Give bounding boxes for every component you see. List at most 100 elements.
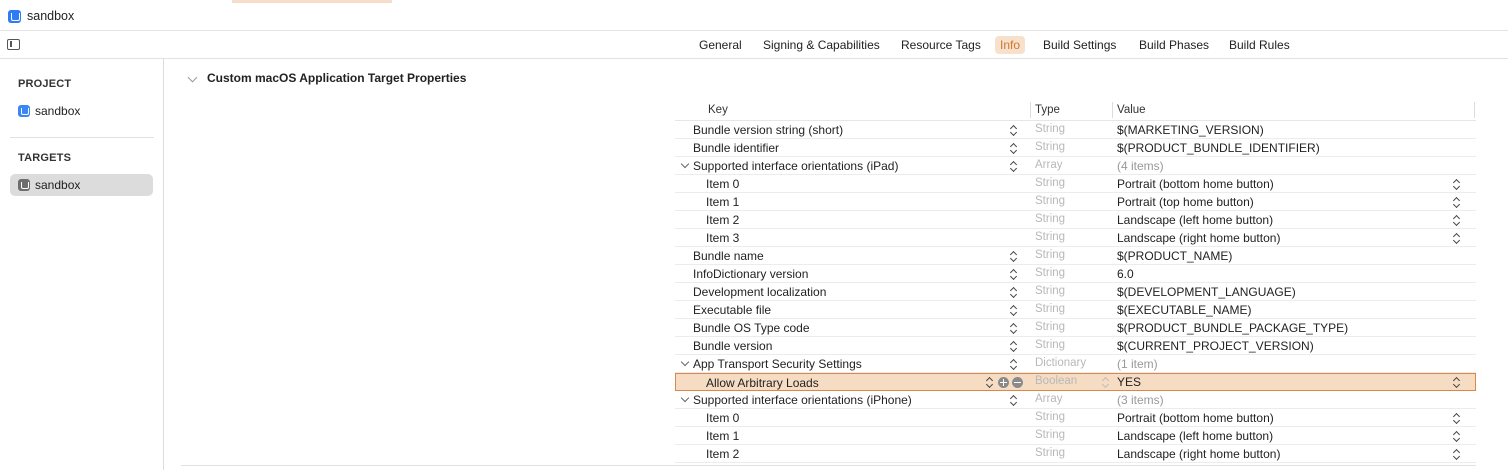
key-stepper-icon[interactable] xyxy=(1010,304,1019,316)
key-stepper-icon[interactable] xyxy=(986,376,995,388)
table-row[interactable]: Item 2 String Landscape (right home butt… xyxy=(675,445,1476,463)
value-stepper-icon[interactable] xyxy=(1453,232,1462,244)
row-type: String xyxy=(1035,285,1066,297)
row-value[interactable]: $(PRODUCT_NAME) xyxy=(1117,249,1232,263)
row-type: Dictionary xyxy=(1035,357,1087,369)
table-row[interactable]: Bundle name String $(PRODUCT_NAME) xyxy=(675,247,1476,265)
title-bar-accent xyxy=(232,0,392,3)
tab-signing-capabilities[interactable]: Signing & Capabilities xyxy=(758,36,885,54)
row-value[interactable]: YES xyxy=(1117,375,1141,389)
table-row[interactable]: Development localization String $(DEVELO… xyxy=(675,283,1476,301)
type-stepper-icon[interactable] xyxy=(1102,376,1111,388)
tab-info[interactable]: Info xyxy=(995,36,1026,54)
column-separator xyxy=(1030,102,1031,118)
table-row[interactable]: Bundle identifier String $(PRODUCT_BUNDL… xyxy=(675,139,1476,157)
row-type: String xyxy=(1035,411,1066,423)
row-key: Supported interface orientations (iPad) xyxy=(693,159,899,173)
tab-build-rules[interactable]: Build Rules xyxy=(1224,36,1295,54)
table-row[interactable]: Item 1 String Landscape (left home butto… xyxy=(675,427,1476,445)
table-row[interactable]: Supported interface orientations (iPhone… xyxy=(675,391,1476,409)
row-value[interactable]: Portrait (bottom home button) xyxy=(1117,411,1274,425)
row-type: String xyxy=(1035,249,1066,261)
row-value[interactable]: Landscape (left home button) xyxy=(1117,213,1273,227)
row-type: String xyxy=(1035,321,1066,333)
disclosure-triangle-icon[interactable] xyxy=(680,159,690,169)
title-bar: sandbox xyxy=(0,0,1508,31)
key-stepper-icon[interactable] xyxy=(1010,340,1019,352)
key-stepper-icon[interactable] xyxy=(1010,160,1019,172)
row-key: Allow Arbitrary Loads xyxy=(706,376,819,390)
disclosure-triangle-icon[interactable] xyxy=(680,393,690,403)
row-type: String xyxy=(1035,447,1066,459)
table-row[interactable]: Item 0 String Portrait (bottom home butt… xyxy=(675,175,1476,193)
row-type: Array xyxy=(1035,159,1063,171)
table-row-selected[interactable]: Allow Arbitrary Loads Boolean YES xyxy=(675,373,1476,391)
table-row[interactable]: Bundle version string (short) String $(M… xyxy=(675,121,1476,139)
row-value[interactable]: Portrait (bottom home button) xyxy=(1117,177,1274,191)
tab-resource-tags[interactable]: Resource Tags xyxy=(896,36,986,54)
tab-build-phases[interactable]: Build Phases xyxy=(1134,36,1214,54)
disclosure-triangle-icon[interactable] xyxy=(680,357,690,367)
add-row-icon[interactable] xyxy=(998,377,1009,388)
key-stepper-icon[interactable] xyxy=(1010,394,1019,406)
key-stepper-icon[interactable] xyxy=(1010,142,1019,154)
sidebar-item-project[interactable]: sandbox xyxy=(10,100,153,122)
row-value[interactable]: Landscape (left home button) xyxy=(1117,429,1273,443)
row-type: String xyxy=(1035,303,1066,315)
tab-build-settings[interactable]: Build Settings xyxy=(1038,36,1121,54)
row-value[interactable]: $(CURRENT_PROJECT_VERSION) xyxy=(1117,339,1314,353)
key-stepper-icon[interactable] xyxy=(1010,322,1019,334)
info-editor: Custom macOS Application Target Properti… xyxy=(165,59,1508,470)
key-stepper-icon[interactable] xyxy=(1010,124,1019,136)
row-value[interactable]: $(EXECUTABLE_NAME) xyxy=(1117,303,1251,317)
chevron-down-icon[interactable] xyxy=(187,72,198,83)
column-header-key[interactable]: Key xyxy=(708,104,728,116)
table-row[interactable]: App Transport Security Settings Dictiona… xyxy=(675,355,1476,373)
key-stepper-icon[interactable] xyxy=(1010,358,1019,370)
value-stepper-icon[interactable] xyxy=(1453,214,1462,226)
table-row[interactable]: Item 3 String Landscape (right home butt… xyxy=(675,229,1476,247)
column-header-value[interactable]: Value xyxy=(1117,104,1146,116)
value-stepper-icon[interactable] xyxy=(1453,196,1462,208)
row-value[interactable]: $(PRODUCT_BUNDLE_PACKAGE_TYPE) xyxy=(1117,321,1348,335)
table-header: Key Type Value xyxy=(675,99,1476,121)
tab-general[interactable]: General xyxy=(694,36,747,54)
value-stepper-icon[interactable] xyxy=(1453,430,1462,442)
table-row[interactable]: Supported interface orientations (iPad) … xyxy=(675,157,1476,175)
key-stepper-icon[interactable] xyxy=(1010,268,1019,280)
row-value[interactable]: Portrait (top home button) xyxy=(1117,195,1254,209)
table-row[interactable]: Item 1 String Portrait (top home button) xyxy=(675,193,1476,211)
row-value[interactable]: Landscape (right home button) xyxy=(1117,231,1280,245)
remove-row-icon[interactable] xyxy=(1012,377,1023,388)
column-separator xyxy=(1112,102,1113,118)
window-title: sandbox xyxy=(27,9,75,23)
table-row[interactable]: Item 0 String Portrait (bottom home butt… xyxy=(675,409,1476,427)
row-value[interactable]: $(DEVELOPMENT_LANGUAGE) xyxy=(1117,285,1296,299)
row-key: Item 0 xyxy=(706,177,740,191)
table-row[interactable]: Executable file String $(EXECUTABLE_NAME… xyxy=(675,301,1476,319)
row-value[interactable]: $(PRODUCT_BUNDLE_IDENTIFIER) xyxy=(1117,141,1320,155)
value-stepper-icon[interactable] xyxy=(1453,448,1462,460)
value-stepper-icon[interactable] xyxy=(1453,178,1462,190)
row-key: InfoDictionary version xyxy=(693,267,809,281)
row-key: Item 2 xyxy=(706,447,740,461)
sidebar-toggle-icon[interactable] xyxy=(7,39,20,50)
table-row[interactable]: Bundle OS Type code String $(PRODUCT_BUN… xyxy=(675,319,1476,337)
row-type: Boolean xyxy=(1035,375,1078,387)
row-value[interactable]: 6.0 xyxy=(1117,267,1134,281)
column-header-type[interactable]: Type xyxy=(1035,104,1060,116)
row-value[interactable]: Landscape (right home button) xyxy=(1117,447,1280,461)
row-value[interactable]: $(MARKETING_VERSION) xyxy=(1117,123,1264,137)
key-stepper-icon[interactable] xyxy=(1010,250,1019,262)
target-icon xyxy=(18,179,30,191)
table-row[interactable]: Bundle version String $(CURRENT_PROJECT_… xyxy=(675,337,1476,355)
row-key: Item 2 xyxy=(706,213,740,227)
value-stepper-icon[interactable] xyxy=(1453,412,1462,424)
sidebar-item-target[interactable]: sandbox xyxy=(10,174,153,196)
table-row[interactable]: Item 2 String Landscape (left home butto… xyxy=(675,211,1476,229)
value-stepper-icon[interactable] xyxy=(1453,376,1462,388)
key-stepper-icon[interactable] xyxy=(1010,286,1019,298)
table-row[interactable]: InfoDictionary version String 6.0 xyxy=(675,265,1476,283)
row-key: App Transport Security Settings xyxy=(693,357,862,371)
row-key: Executable file xyxy=(693,303,772,317)
